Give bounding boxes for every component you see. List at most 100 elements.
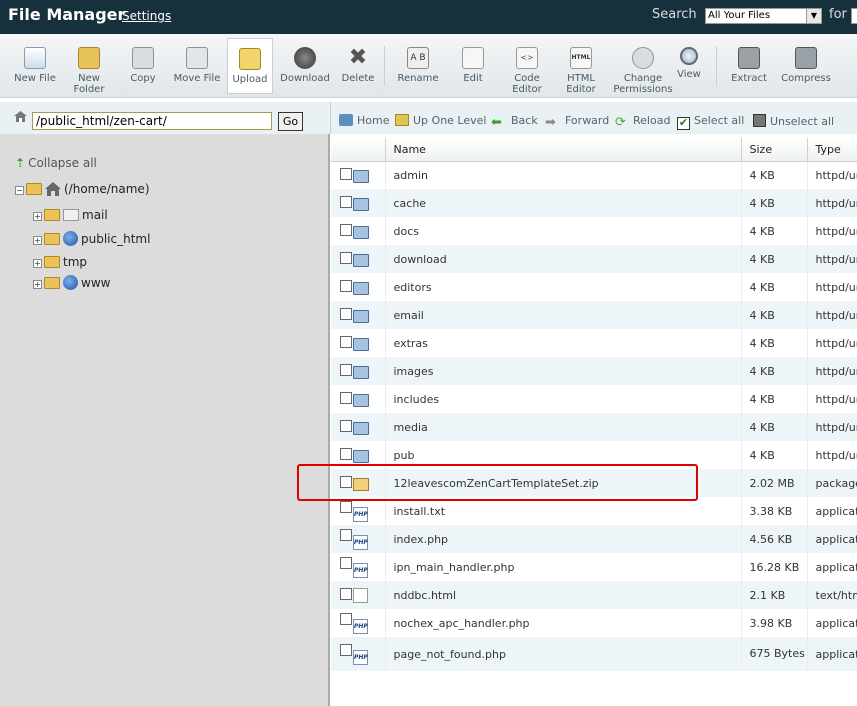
nav-up-one-level-button[interactable]: Up One Level xyxy=(395,114,486,127)
nav-home-button[interactable]: Home xyxy=(339,114,389,127)
file-name-cell[interactable]: nddbc.html xyxy=(385,581,742,609)
table-row[interactable]: docs4 KBhttpd/unix-directory xyxy=(331,217,857,245)
table-row[interactable]: nddbc.html2.1 KBtext/html xyxy=(331,581,857,609)
row-checkbox[interactable] xyxy=(340,223,352,236)
view-button[interactable]: View xyxy=(674,38,704,94)
home-icon xyxy=(339,114,353,126)
file-name-cell[interactable]: 12leavescomZenCartTemplateSet.zip xyxy=(385,469,742,497)
row-checkbox[interactable] xyxy=(340,587,352,600)
file-name-cell[interactable]: docs xyxy=(385,217,742,245)
delete-button[interactable]: ✖ Delete xyxy=(338,38,378,94)
copy-button[interactable]: Copy xyxy=(124,38,162,94)
html-file-icon xyxy=(353,587,368,603)
column-header-type[interactable]: Type xyxy=(807,138,857,162)
table-row[interactable]: email4 KBhttpd/unix-directory xyxy=(331,301,857,329)
row-checkbox[interactable] xyxy=(340,167,352,180)
tree-item-public-html[interactable]: + public_html xyxy=(33,231,150,246)
file-name-cell[interactable]: download xyxy=(385,245,742,273)
row-checkbox[interactable] xyxy=(340,528,352,541)
row-checkbox[interactable] xyxy=(340,391,352,404)
compress-button[interactable]: Compress xyxy=(778,38,834,94)
nav-reload-button[interactable]: ⟳ Reload xyxy=(615,114,670,129)
table-row[interactable]: media4 KBhttpd/unix-directory xyxy=(331,413,857,441)
search-scope-select[interactable]: All Your Files ▼ xyxy=(705,8,822,24)
tree-item-home[interactable]: − (/home/name) xyxy=(15,182,150,196)
edit-button[interactable]: Edit xyxy=(454,38,492,94)
row-checkbox[interactable] xyxy=(340,643,352,656)
rename-button[interactable]: A B Rename xyxy=(394,38,442,94)
code-editor-button[interactable]: <> Code Editor xyxy=(506,38,548,95)
row-checkbox[interactable] xyxy=(340,612,352,625)
row-checkbox[interactable] xyxy=(340,475,352,488)
row-checkbox[interactable] xyxy=(340,335,352,348)
file-name-cell[interactable]: install.txt xyxy=(385,497,742,525)
row-checkbox[interactable] xyxy=(340,419,352,432)
settings-link[interactable]: Settings xyxy=(122,9,171,23)
table-row[interactable]: includes4 KBhttpd/unix-directory xyxy=(331,385,857,413)
table-row[interactable]: PHP nochex_apc_handler.php3.98 KBapplicat… xyxy=(331,609,857,637)
change-permissions-button[interactable]: Change Permissions xyxy=(610,38,676,95)
file-name-cell[interactable]: includes xyxy=(385,385,742,413)
nav-back-button[interactable]: ⬅ Back xyxy=(491,114,538,129)
table-row[interactable]: admin4 KBhttpd/unix-directory xyxy=(331,161,857,189)
file-name-cell[interactable]: email xyxy=(385,301,742,329)
upload-button[interactable]: Upload xyxy=(227,38,273,94)
new-folder-button[interactable]: New Folder xyxy=(66,38,112,95)
table-row[interactable]: extras4 KBhttpd/unix-directory xyxy=(331,329,857,357)
table-row[interactable]: editors4 KBhttpd/unix-directory xyxy=(331,273,857,301)
table-row[interactable]: download4 KBhttpd/unix-directory xyxy=(331,245,857,273)
file-name-cell[interactable]: pub xyxy=(385,441,742,469)
collapse-all-button[interactable]: ⇡ Collapse all xyxy=(15,156,97,170)
table-row[interactable]: images4 KBhttpd/unix-directory xyxy=(331,357,857,385)
row-checkbox[interactable] xyxy=(340,447,352,460)
tree-item-www[interactable]: + www xyxy=(33,275,110,290)
row-checkbox[interactable] xyxy=(340,556,352,569)
nav-unselect-all-button[interactable]: Unselect all xyxy=(753,114,834,128)
column-header-name[interactable]: Name xyxy=(385,138,742,162)
file-name-cell[interactable]: page_not_found.php xyxy=(385,637,742,671)
path-input[interactable]: /public_html/zen-cart/ xyxy=(32,112,272,130)
download-button[interactable]: Download xyxy=(279,38,331,94)
row-checkbox[interactable] xyxy=(340,251,352,264)
file-name-cell[interactable]: admin xyxy=(385,161,742,189)
file-name-cell[interactable]: cache xyxy=(385,189,742,217)
file-name-cell[interactable]: editors xyxy=(385,273,742,301)
delete-label: Delete xyxy=(341,73,375,84)
tree-item-mail[interactable]: + mail xyxy=(33,208,108,222)
row-checkbox[interactable] xyxy=(340,500,352,513)
file-size-cell: 3.98 KB xyxy=(741,609,808,637)
folder-icon xyxy=(353,253,369,267)
table-row[interactable]: PHP page_not_found.php675 Bytesapplicatio… xyxy=(331,637,857,671)
table-row[interactable]: pub4 KBhttpd/unix-directory xyxy=(331,441,857,469)
file-name-cell[interactable]: nochex_apc_handler.php xyxy=(385,609,742,637)
file-size-cell: 4 KB xyxy=(741,301,808,329)
move-file-button[interactable]: Move File xyxy=(170,38,224,94)
row-checkbox[interactable] xyxy=(340,279,352,292)
table-row[interactable]: PHP index.php4.56 KBapplication/x-httpd-p… xyxy=(331,525,857,553)
file-type-cell: httpd/unix-directory xyxy=(807,161,857,189)
search-input[interactable] xyxy=(851,8,857,24)
file-name-cell[interactable]: index.php xyxy=(385,525,742,553)
row-checkbox[interactable] xyxy=(340,195,352,208)
file-name-cell[interactable]: extras xyxy=(385,329,742,357)
table-row[interactable]: 12leavescomZenCartTemplateSet.zip 2.02 MB… xyxy=(331,469,857,497)
table-row[interactable]: PHP install.txt3.38 KBapplication/x-httpd… xyxy=(331,497,857,525)
extract-button[interactable]: Extract xyxy=(726,38,772,94)
nav-forward-button[interactable]: ➡ Forward xyxy=(545,114,609,129)
file-name-cell[interactable]: images xyxy=(385,357,742,385)
html-editor-button[interactable]: HTML HTML Editor xyxy=(560,38,602,95)
rename-label: Rename xyxy=(397,73,439,84)
row-select-cell xyxy=(331,245,386,273)
file-name-cell[interactable]: media xyxy=(385,413,742,441)
go-button[interactable]: Go xyxy=(278,112,303,131)
row-checkbox[interactable] xyxy=(340,363,352,376)
table-row[interactable]: PHP ipn_main_handler.php16.28 KBapplicati… xyxy=(331,553,857,581)
nav-select-all-button[interactable]: ✔ Select all xyxy=(677,114,744,130)
new-file-button[interactable]: New File xyxy=(10,38,60,94)
tree-item-tmp[interactable]: + tmp xyxy=(33,255,87,269)
column-header-size[interactable]: Size xyxy=(741,138,808,162)
file-name-cell[interactable]: ipn_main_handler.php xyxy=(385,553,742,581)
row-checkbox[interactable] xyxy=(340,307,352,320)
table-row[interactable]: cache4 KBhttpd/unix-directory xyxy=(331,189,857,217)
tree-public-html-label: public_html xyxy=(81,232,151,246)
